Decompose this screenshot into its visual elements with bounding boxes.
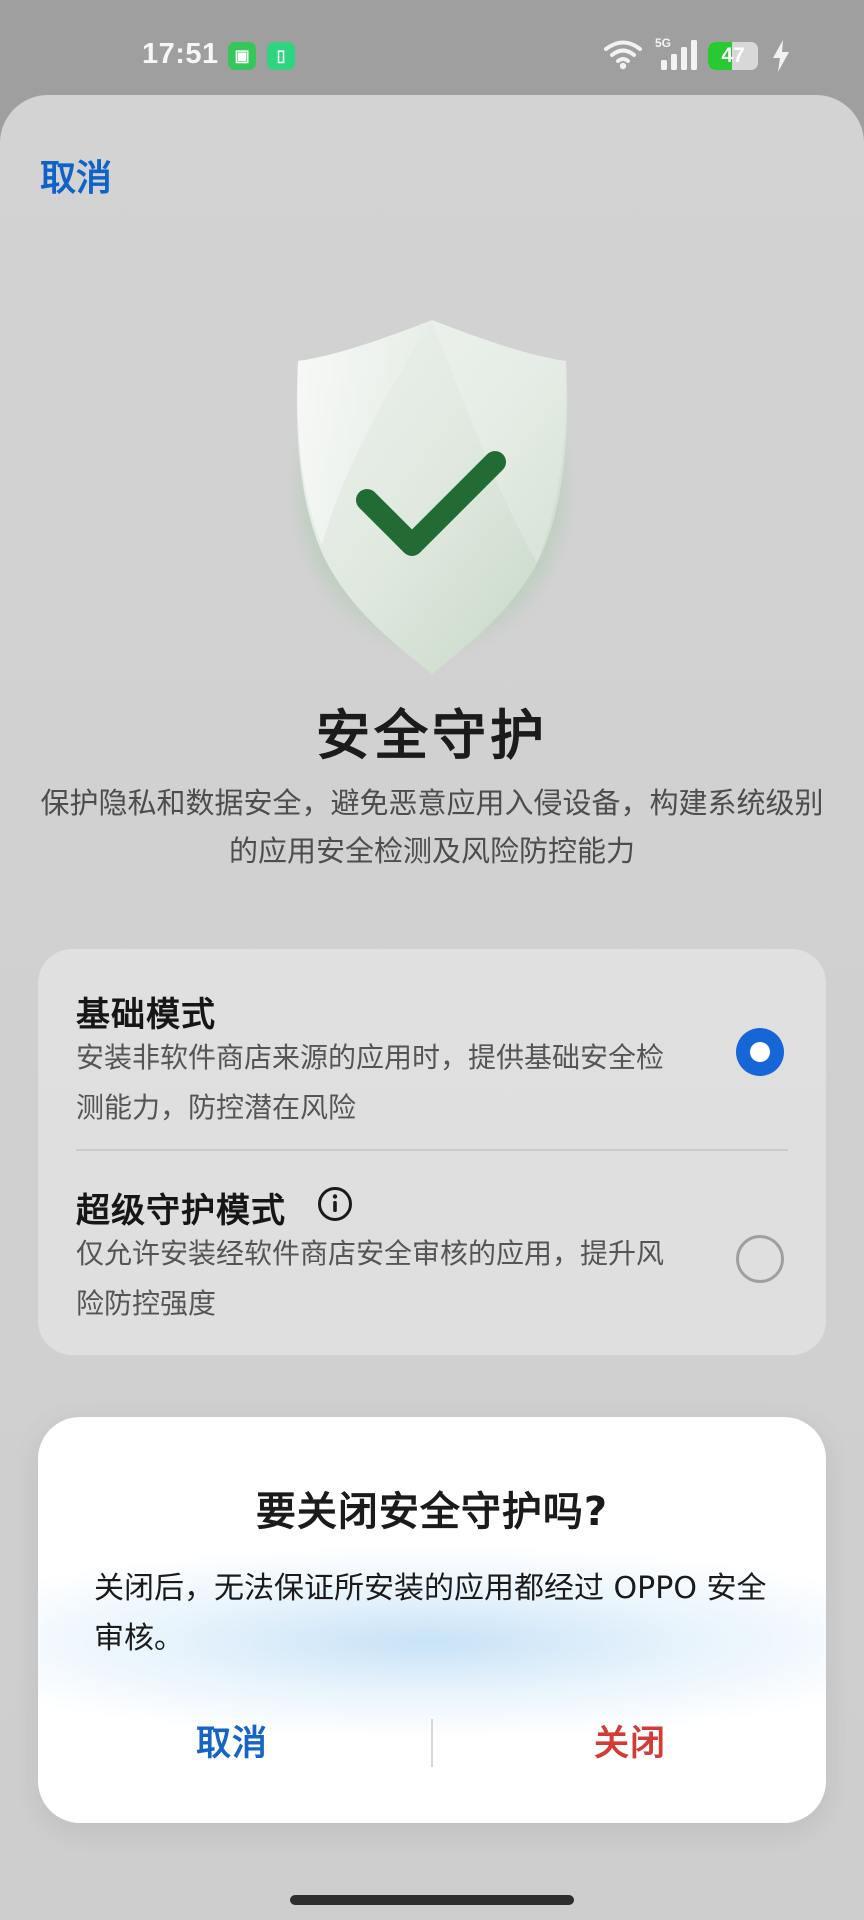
status-time: 17:51: [142, 38, 219, 70]
super-protection-mode-option[interactable]: 超级守护模式 仅允许安装经软件商店安全审核的应用，提升风险防控强度: [38, 1151, 826, 1355]
super-protection-mode-description: 仅允许安装经软件商店安全审核的应用，提升风险防控强度: [76, 1237, 665, 1320]
wifi-icon: [604, 40, 642, 70]
signal-icon: [661, 40, 697, 70]
super-protection-mode-radio[interactable]: [736, 1235, 784, 1283]
dialog-cancel-button[interactable]: 取消: [112, 1717, 352, 1771]
basic-mode-description: 安装非软件商店来源的应用时，提供基础安全检测能力，防控潜在风险: [76, 1041, 665, 1124]
dialog-button-divider: [431, 1719, 433, 1767]
basic-mode-option[interactable]: 基础模式 安装非软件商店来源的应用时，提供基础安全检测能力，防控潜在风险: [38, 949, 826, 1151]
security-settings-screen: 17:51 ▣ ▯ 5G 47 取消 安全守护 保护隐私和数据安全，避免恶意应用…: [0, 0, 864, 1920]
dialog-close-button[interactable]: 关闭: [510, 1717, 750, 1771]
protection-mode-card: 基础模式 安装非软件商店来源的应用时，提供基础安全检测能力，防控潜在风险 超级守…: [38, 949, 826, 1355]
security-title: 安全守护: [316, 704, 548, 767]
charging-icon: [773, 40, 789, 72]
top-cancel-button[interactable]: 取消: [40, 149, 112, 201]
dialog-message: 关闭后，无法保证所安装的应用都经过 OPPO 安全审核。: [94, 1571, 767, 1656]
status-bar: 17:51 ▣ ▯ 5G 47: [0, 0, 864, 95]
close-security-dialog: 要关闭安全守护吗? 关闭后，无法保证所安装的应用都经过 OPPO 安全审核。 取…: [38, 1417, 826, 1823]
basic-mode-title: 基础模式: [76, 995, 216, 1035]
basic-mode-radio[interactable]: [736, 1028, 784, 1076]
info-icon[interactable]: [316, 1185, 354, 1223]
shield-check-icon: [296, 320, 568, 674]
security-description: 保护隐私和数据安全，避免恶意应用入侵设备，构建系统级别的应用安全检测及风险防控能…: [40, 786, 824, 868]
battery-notification-icon: ▯: [267, 42, 295, 70]
home-indicator[interactable]: [290, 1895, 574, 1905]
battery-indicator: 47: [708, 42, 758, 70]
battery-percent: 47: [721, 44, 745, 67]
app-notification-icon: ▣: [228, 42, 256, 70]
super-protection-mode-title: 超级守护模式: [76, 1191, 286, 1231]
shield-illustration: [216, 280, 648, 712]
dialog-title: 要关闭安全守护吗?: [255, 1489, 609, 1535]
